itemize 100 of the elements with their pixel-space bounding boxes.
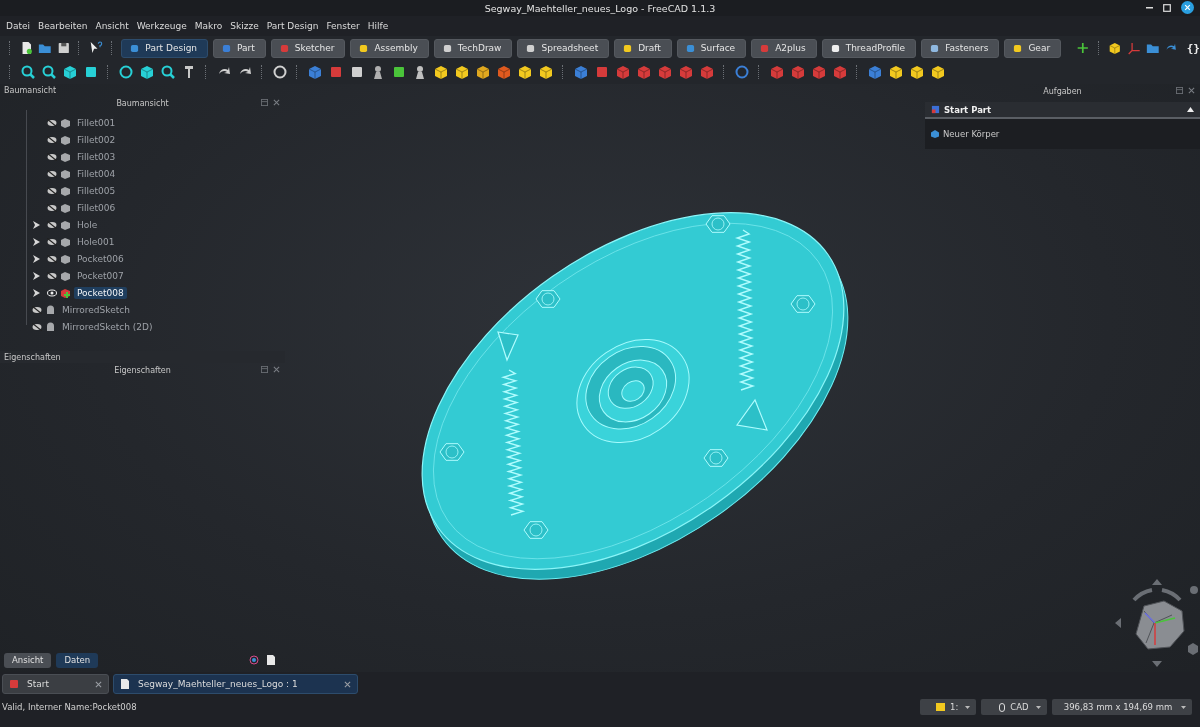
- cube-icon[interactable]: [139, 64, 155, 80]
- panel-title: Aufgaben: [1043, 86, 1082, 96]
- tree-item[interactable]: Pocket007: [74, 269, 127, 282]
- tree-item[interactable]: Fillet002: [74, 133, 119, 146]
- square-icon[interactable]: [391, 64, 407, 80]
- cube-icon[interactable]: [454, 64, 470, 80]
- workbench-button[interactable]: Part: [213, 38, 266, 58]
- zoom-dropdown[interactable]: 1:: [920, 699, 976, 715]
- hidden-eye-icon[interactable]: [47, 135, 57, 144]
- workbench-button[interactable]: ThreadProfile: [821, 38, 917, 58]
- cube-icon[interactable]: [888, 64, 904, 80]
- cube-icon[interactable]: [62, 64, 78, 80]
- zoom-icon[interactable]: [160, 64, 176, 80]
- tree-item[interactable]: Pocket006: [74, 252, 127, 265]
- square-icon[interactable]: [349, 64, 365, 80]
- workbench-button[interactable]: Surface: [676, 38, 747, 58]
- save-icon[interactable]: [56, 40, 71, 56]
- workbench-icon: [222, 43, 232, 53]
- zoom-icon[interactable]: [41, 64, 57, 80]
- cube-icon[interactable]: [517, 64, 533, 80]
- expand-arrow-icon[interactable]: [32, 271, 40, 280]
- expand-arrow-icon[interactable]: [32, 254, 40, 263]
- expand-arrow-icon[interactable]: [32, 220, 40, 229]
- tree-item[interactable]: Fillet004: [74, 167, 119, 180]
- document-tab[interactable]: Segway_Maehteller_neues_Logo : 1: [113, 674, 358, 694]
- cube-icon[interactable]: [1108, 40, 1123, 56]
- hidden-eye-icon[interactable]: [32, 305, 42, 314]
- workbench-button[interactable]: Gear: [1004, 38, 1062, 58]
- hidden-eye-icon[interactable]: [32, 322, 42, 331]
- collapse-arrow-icon[interactable]: [1187, 107, 1194, 112]
- menu-item[interactable]: Hilfe: [363, 21, 393, 31]
- menu-item[interactable]: Werkzeuge: [132, 21, 191, 31]
- hidden-eye-icon[interactable]: [47, 220, 57, 229]
- cube-icon[interactable]: [496, 64, 512, 80]
- menu-item[interactable]: Ansicht: [91, 21, 133, 31]
- dimensions-dropdown[interactable]: 396,83 mm x 194,69 mm: [1052, 699, 1192, 715]
- caret-icon: [1036, 706, 1041, 709]
- cube-icon[interactable]: [475, 64, 491, 80]
- workbench-button[interactable]: Sketcher: [270, 38, 346, 58]
- circle-icon[interactable]: [118, 64, 134, 80]
- navigation-cube-drawing[interactable]: [1114, 578, 1200, 668]
- float-icon[interactable]: [261, 99, 268, 106]
- navigation-style-dropdown[interactable]: CAD: [981, 699, 1047, 715]
- hidden-eye-icon[interactable]: [47, 169, 57, 178]
- close-icon[interactable]: [1181, 1, 1194, 14]
- hidden-eye-icon[interactable]: [47, 203, 57, 212]
- atom-icon[interactable]: [249, 655, 259, 665]
- menu-item[interactable]: Fenster: [322, 21, 364, 31]
- tree-item[interactable]: Pocket008: [74, 286, 127, 299]
- hidden-eye-icon[interactable]: [47, 254, 57, 263]
- disc-model-drawing[interactable]: [421, 212, 849, 580]
- tree-item[interactable]: Hole001: [74, 235, 118, 248]
- workbench-button[interactable]: Part Design: [121, 38, 209, 58]
- cursor-icon[interactable]: [89, 40, 103, 56]
- tree-item[interactable]: Fillet003: [74, 150, 119, 163]
- menu-item[interactable]: Bearbeiten: [34, 21, 92, 31]
- expand-arrow-icon[interactable]: [32, 288, 40, 297]
- cube-icon[interactable]: [930, 64, 946, 80]
- minimize-icon[interactable]: [1146, 6, 1153, 9]
- task-link[interactable]: Neuer Körper: [925, 119, 1006, 149]
- maximize-icon[interactable]: [1163, 3, 1171, 12]
- cube-icon[interactable]: [909, 64, 925, 80]
- workbench-button[interactable]: A2plus: [751, 38, 817, 58]
- eye-icon[interactable]: [47, 288, 57, 297]
- tree-item[interactable]: Fillet001: [74, 116, 119, 129]
- hidden-eye-icon[interactable]: [47, 237, 57, 246]
- menu-item[interactable]: Part Design: [262, 21, 323, 31]
- document-tab[interactable]: Start: [2, 674, 109, 694]
- tree-item[interactable]: Fillet006: [74, 201, 119, 214]
- tree-item[interactable]: Fillet005: [74, 184, 119, 197]
- sketch-shape-icon: [45, 321, 56, 332]
- workbench-button[interactable]: Fasteners: [921, 38, 1000, 58]
- hidden-eye-icon[interactable]: [47, 118, 57, 127]
- tree-item[interactable]: MirroredSketch (2D): [59, 320, 156, 333]
- tree-item[interactable]: Hole: [74, 218, 101, 231]
- panel-tab[interactable]: Daten: [56, 652, 99, 668]
- square-icon[interactable]: [83, 64, 99, 80]
- expand-arrow-icon[interactable]: [32, 237, 40, 246]
- workbench-button[interactable]: TechDraw: [433, 38, 513, 58]
- menu-item[interactable]: Skizze: [226, 21, 263, 31]
- cube-icon[interactable]: [538, 64, 554, 80]
- workbench-icon: [760, 43, 770, 53]
- menu-item[interactable]: Datei: [2, 21, 34, 31]
- cube-icon[interactable]: [433, 64, 449, 80]
- tree-item[interactable]: MirroredSketch: [59, 303, 133, 316]
- hidden-eye-icon[interactable]: [47, 186, 57, 195]
- float-icon[interactable]: [261, 366, 268, 373]
- panel-title: Baumansicht: [116, 98, 169, 108]
- macro-button[interactable]: {}: [1186, 41, 1200, 55]
- menu-item[interactable]: Makro: [190, 21, 227, 31]
- workbench-button[interactable]: Assembly: [350, 38, 429, 58]
- panel-tab[interactable]: Ansicht: [4, 652, 52, 668]
- float-icon[interactable]: [1176, 87, 1183, 94]
- part-icon: [931, 105, 940, 114]
- zoom-icon[interactable]: [20, 64, 36, 80]
- workbench-button[interactable]: Draft: [614, 38, 672, 58]
- hidden-eye-icon[interactable]: [47, 152, 57, 161]
- workbench-button[interactable]: Spreadsheet: [517, 38, 610, 58]
- hidden-eye-icon[interactable]: [47, 271, 57, 280]
- plus-icon[interactable]: [1076, 40, 1090, 56]
